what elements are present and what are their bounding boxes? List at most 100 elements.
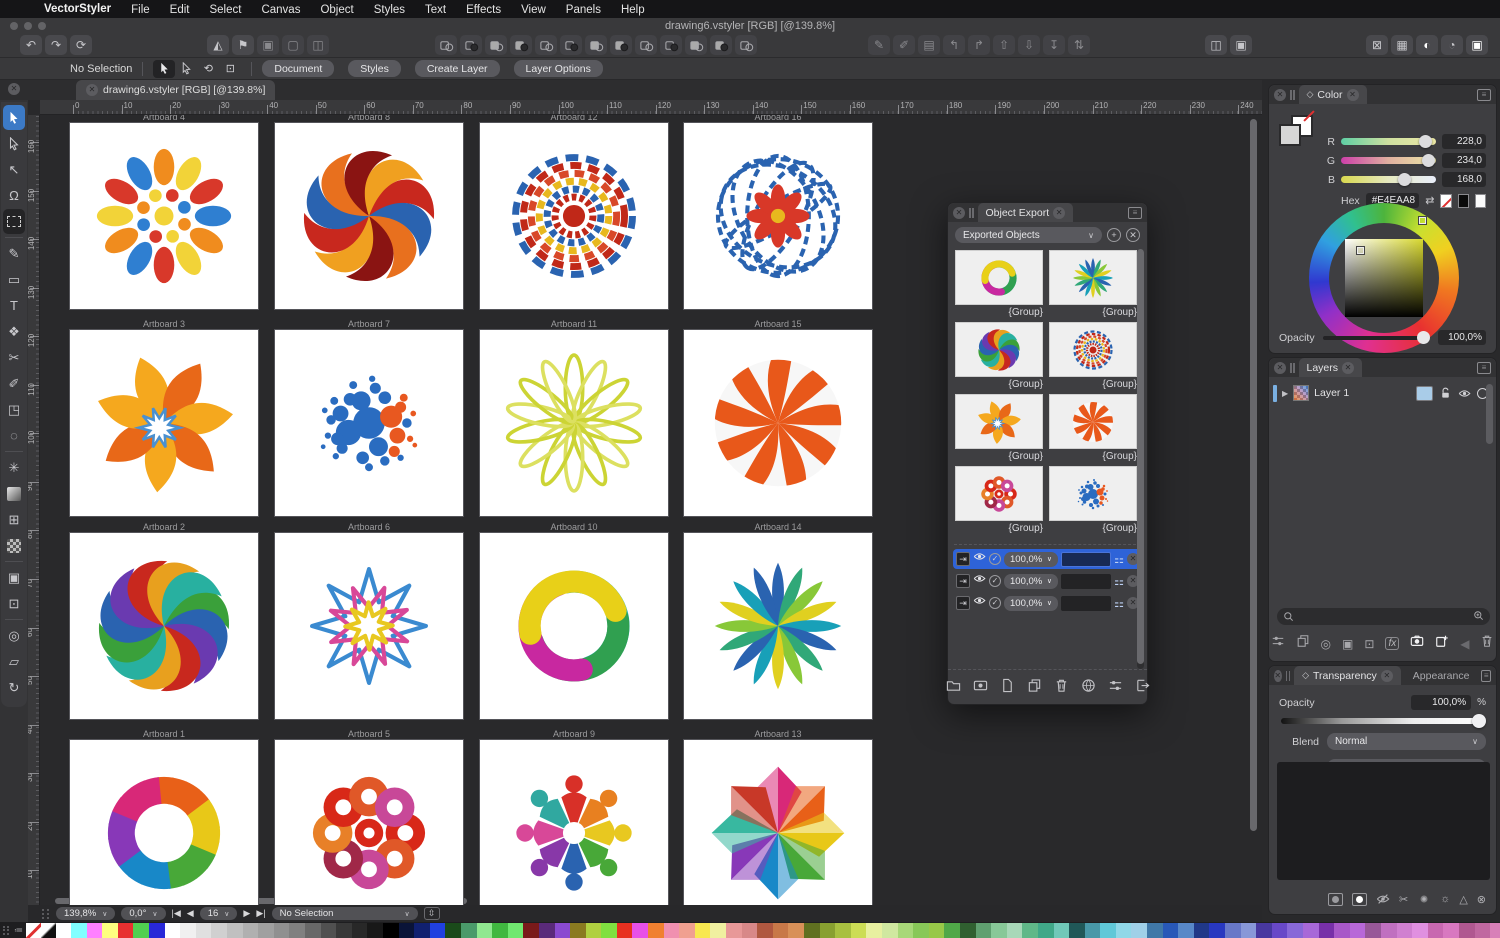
palette-swatch[interactable]	[773, 923, 789, 938]
transparency-mask-icon[interactable]	[1352, 893, 1367, 906]
back-arrow-icon[interactable]: ◀	[1460, 637, 1469, 651]
export-item[interactable]: {Group}	[1049, 466, 1139, 536]
artboard-canvas[interactable]	[684, 330, 872, 516]
page-number-dropdown[interactable]: 16∨	[200, 907, 238, 920]
palette-swatch[interactable]	[352, 923, 368, 938]
palette-swatch[interactable]	[788, 923, 804, 938]
palette-swatch[interactable]	[601, 923, 617, 938]
layer-name[interactable]: Layer 1	[1314, 387, 1349, 399]
transform-tool[interactable]: Ω	[3, 183, 25, 208]
feather-dot-icon[interactable]	[1417, 892, 1431, 906]
artboard-canvas[interactable]	[275, 123, 463, 309]
palette-swatch[interactable]	[336, 923, 352, 938]
channel-value[interactable]: 168,0	[1442, 172, 1486, 187]
artboard[interactable]: Artboard 6	[275, 522, 463, 719]
export-item[interactable]: {Group}	[1049, 322, 1139, 392]
palette-swatch[interactable]	[1054, 923, 1070, 938]
artboard-canvas[interactable]	[480, 740, 668, 905]
shape-back-icon[interactable]	[685, 35, 707, 55]
fill-swatch[interactable]	[1279, 124, 1301, 146]
channel-value[interactable]: 234,0	[1442, 153, 1486, 168]
palette-swatch[interactable]	[305, 923, 321, 938]
slice-options-icon[interactable]: ⚏	[1114, 575, 1124, 588]
snapshot-camera-icon[interactable]	[1410, 634, 1424, 653]
create-layer-button[interactable]: Create Layer	[415, 60, 500, 77]
channel-slider-knob[interactable]	[1419, 135, 1432, 148]
panel-grip[interactable]	[1286, 671, 1291, 681]
palette-swatch[interactable]	[1287, 923, 1303, 938]
divide-icon[interactable]	[535, 35, 557, 55]
saturation-marker[interactable]	[1357, 247, 1364, 254]
palette-swatch[interactable]	[492, 923, 508, 938]
artboard[interactable]: Artboard 8	[275, 115, 463, 309]
blend-dropdown[interactable]: Normal ∨	[1327, 733, 1486, 750]
palette-swatch[interactable]	[1428, 923, 1444, 938]
export-thumbnail[interactable]	[1049, 466, 1137, 521]
palette-swatch[interactable]	[929, 923, 945, 938]
artboard[interactable]: Artboard 3	[70, 319, 258, 516]
statusbar-handle[interactable]	[42, 909, 50, 919]
palette-swatch[interactable]	[820, 923, 836, 938]
crop-icon[interactable]	[610, 35, 632, 55]
pixel-grid-icon[interactable]: ▦	[1391, 35, 1413, 55]
close-tab-icon[interactable]: ✕	[86, 84, 98, 96]
duplicate-layer-icon[interactable]	[1296, 634, 1310, 653]
show-guides-icon[interactable]: ▣	[1230, 35, 1252, 55]
transparency-opacity-slider[interactable]	[1281, 718, 1484, 724]
palette-swatch[interactable]	[1475, 923, 1491, 938]
statusbar-options-icon[interactable]: ⇳	[424, 907, 440, 920]
palette-swatch[interactable]	[430, 923, 446, 938]
new-document-icon[interactable]	[1000, 678, 1015, 698]
bring-forward-icon[interactable]: ⇧	[993, 35, 1015, 55]
rotation-dropdown[interactable]: 0,0°∨	[121, 907, 165, 920]
pattern-tool[interactable]	[3, 533, 25, 558]
close-panel-icon[interactable]: ✕	[1274, 362, 1286, 374]
artboard-canvas[interactable]	[480, 533, 668, 719]
artboard[interactable]: Artboard 11	[480, 319, 668, 516]
flag-icon[interactable]: ⚑	[232, 35, 254, 55]
previous-page-icon[interactable]: ◀	[187, 908, 194, 919]
search-zoom-icon[interactable]	[1473, 610, 1484, 621]
palette-swatch[interactable]	[1163, 923, 1179, 938]
artboard[interactable]: Artboard 13	[684, 729, 872, 905]
group-select-tool-icon[interactable]	[175, 60, 197, 78]
palette-swatch[interactable]	[165, 923, 181, 938]
hide-mask-eye-slash-icon[interactable]	[1376, 892, 1390, 906]
palette-swatch[interactable]	[399, 923, 415, 938]
close-tab-icon[interactable]: ✕	[1342, 362, 1354, 374]
isolate-icon[interactable]: ▤	[918, 35, 940, 55]
close-view-icon[interactable]: ✕	[8, 83, 20, 95]
artboard[interactable]: Artboard 4	[70, 115, 258, 309]
palette-swatch[interactable]	[87, 923, 103, 938]
palette-swatch[interactable]	[866, 923, 882, 938]
palette-swatch[interactable]	[882, 923, 898, 938]
layer-options-button[interactable]: Layer Options	[514, 60, 603, 77]
palette-swatch[interactable]	[180, 923, 196, 938]
panel-menu-icon[interactable]: ≡	[1481, 670, 1491, 682]
menu-view[interactable]: View	[511, 4, 556, 16]
export-slice-row[interactable]: ⇥✓100,0%∨⚏✕	[953, 571, 1142, 591]
export-thumbnail[interactable]	[955, 394, 1043, 449]
palette-swatch[interactable]	[1303, 923, 1319, 938]
ungroup-icon[interactable]: ▢	[282, 35, 304, 55]
close-tab-icon[interactable]: ✕	[1053, 207, 1065, 219]
slice-options-icon[interactable]: ⚏	[1114, 597, 1124, 610]
palette-swatch[interactable]	[258, 923, 274, 938]
direct-selection-tool[interactable]	[3, 131, 25, 156]
artboard-canvas[interactable]	[70, 740, 258, 905]
slice-visibility-eye-icon[interactable]	[973, 550, 986, 568]
export-thumbnail[interactable]	[955, 466, 1043, 521]
panel-menu-icon[interactable]: ≡	[1477, 362, 1491, 374]
channel-slider[interactable]	[1341, 157, 1436, 164]
artboard-canvas[interactable]	[70, 123, 258, 309]
clear-circled-x-icon[interactable]: ⊗	[1477, 893, 1486, 906]
channel-slider-knob[interactable]	[1398, 173, 1411, 186]
remove-collection-icon[interactable]: ✕	[1126, 228, 1140, 242]
artboard-canvas[interactable]	[275, 330, 463, 516]
slice-scale-dropdown[interactable]: 100,0%∨	[1004, 596, 1058, 611]
palette-swatch[interactable]	[414, 923, 430, 938]
unlock-icon[interactable]	[1439, 387, 1452, 400]
palette-swatch[interactable]	[1209, 923, 1225, 938]
layer-visibility-eye-icon[interactable]	[1458, 387, 1471, 400]
layers-scrollbar[interactable]	[1486, 384, 1493, 444]
